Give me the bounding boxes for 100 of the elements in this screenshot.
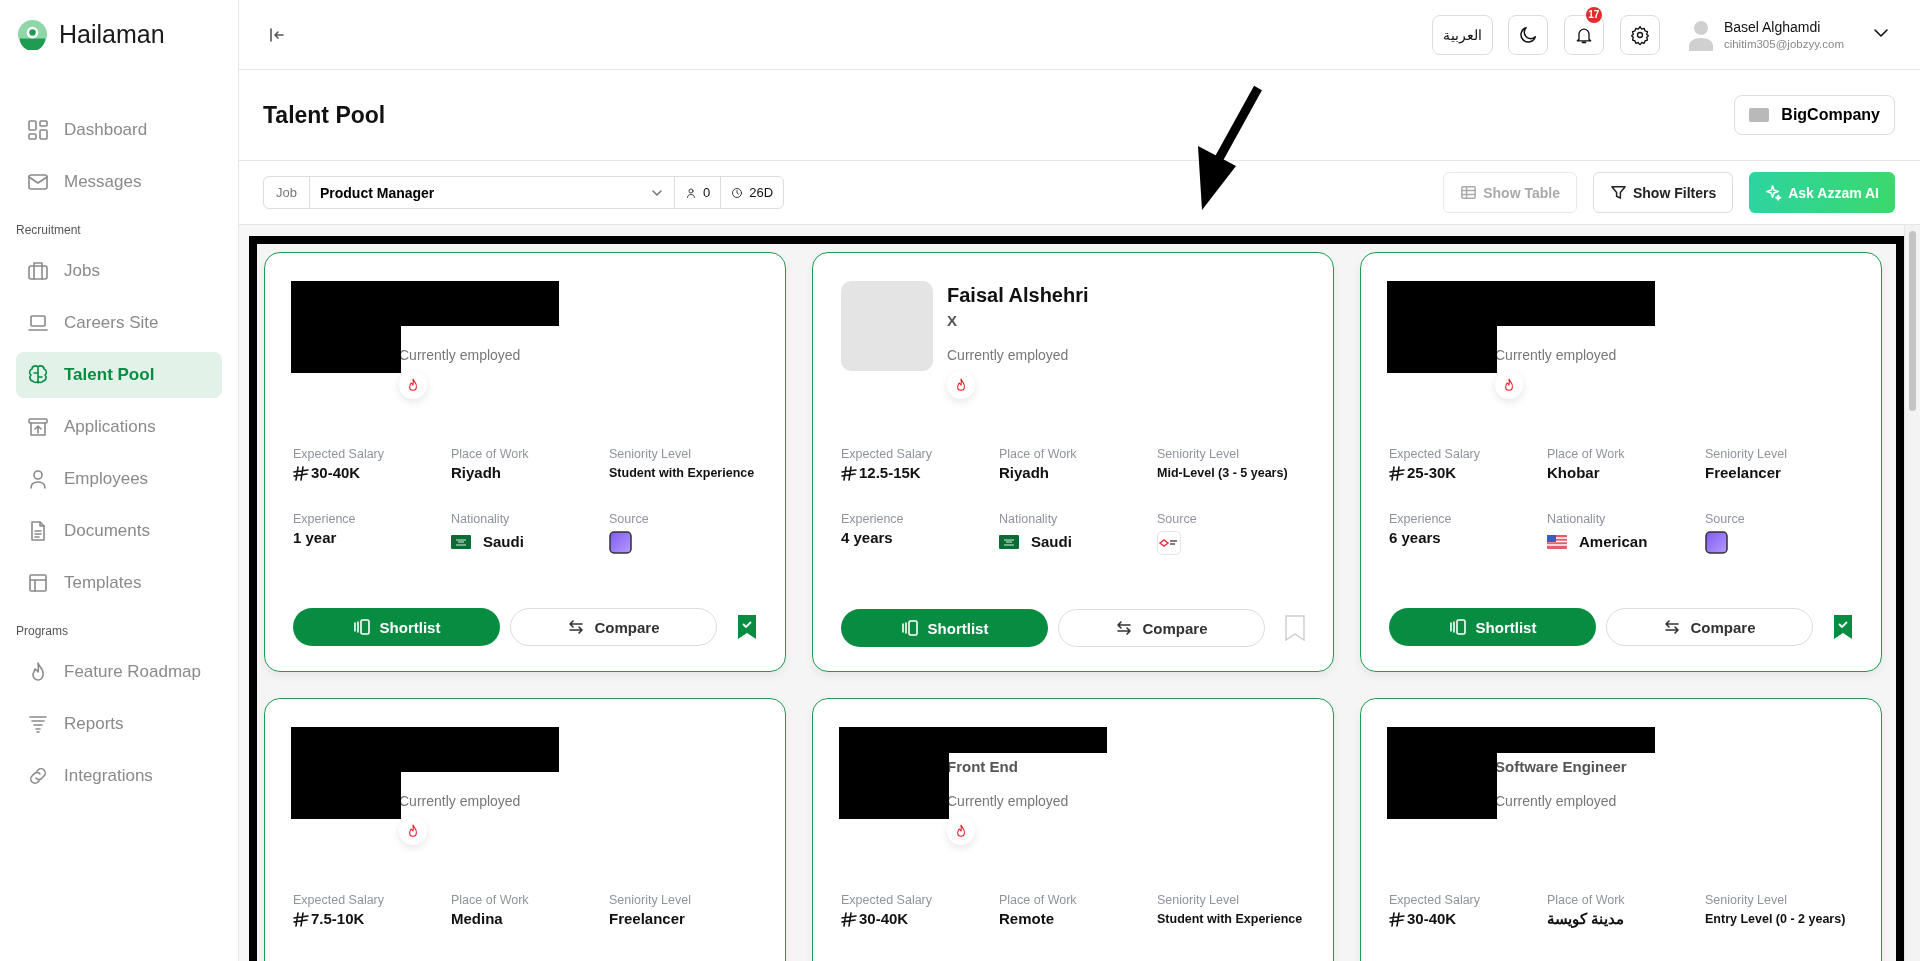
sidebar-item[interactable]: Messages — [16, 159, 222, 205]
source-logo-icon — [609, 531, 632, 554]
field-value: Entry Level (0 - 2 years) — [1705, 911, 1847, 928]
field-value: Freelancer — [609, 909, 686, 929]
field-label: Nationality — [451, 511, 511, 527]
toolbar-button[interactable]: Show Filters — [1593, 172, 1734, 213]
compare-button[interactable]: Compare — [1606, 608, 1813, 646]
riyal-icon — [1389, 465, 1405, 481]
avatar-silhouette-icon — [1687, 18, 1714, 51]
field-label: Source — [1705, 511, 1746, 527]
briefcase-icon — [26, 259, 50, 283]
field-label: Place of Work — [1547, 446, 1626, 462]
cards-icon — [1448, 618, 1467, 636]
employment-status: Currently employed — [399, 347, 521, 363]
field-value: 12.5-15K — [859, 463, 921, 483]
theme-toggle-button[interactable] — [1507, 14, 1548, 55]
sidebar-item[interactable]: Talent Pool — [16, 352, 222, 398]
table-icon — [1460, 184, 1478, 201]
brand-name: Hailaman — [59, 19, 165, 49]
cards-icon — [352, 618, 371, 636]
field-label: Expected Salary — [293, 892, 386, 908]
field-label: Expected Salary — [293, 446, 386, 462]
field-label: Expected Salary — [841, 892, 934, 908]
field-label: Seniority Level — [1157, 892, 1240, 908]
scrollbar[interactable] — [1904, 225, 1920, 961]
candidate-card[interactable]: Currently employed Expected Salary 7.5-10K Place of Work Medina Seniority Level Freelancer — [264, 698, 786, 961]
language-button[interactable]: العربية — [1431, 14, 1493, 55]
field-value: 1 year — [293, 528, 338, 548]
field-value: American — [1579, 532, 1648, 552]
sidebar-item[interactable]: Employees — [16, 456, 222, 502]
clock-icon — [731, 186, 744, 199]
company-logo-placeholder — [1749, 108, 1770, 122]
field-value: 6 years — [1389, 528, 1442, 548]
field-label: Seniority Level — [1157, 446, 1240, 462]
sidebar-item[interactable]: Templates — [16, 560, 222, 606]
field-value: Riyadh — [451, 463, 502, 483]
candidate-card[interactable]: Currently employed Expected Salary 30-40K Place of Work Riyadh Seniority Level Student with Experience Experience 1 year Nationality Saudi Source Shortlist Compare — [264, 252, 786, 672]
sidebar-item[interactable]: Dashboard — [16, 107, 222, 153]
riyal-icon — [841, 911, 857, 927]
field-label: Nationality — [999, 511, 1059, 527]
field-value: 4 years — [841, 528, 894, 548]
compare-button[interactable]: Compare — [510, 608, 717, 646]
compare-button[interactable]: Compare — [1058, 609, 1265, 647]
settings-button[interactable] — [1619, 14, 1660, 55]
user-email: cihitim305@jobzyy.com — [1723, 38, 1844, 50]
brain-icon — [26, 363, 50, 387]
candidate-card[interactable]: Currently employed Expected Salary 25-30K Place of Work Khobar Seniority Level Freelancer Experience 6 years Nationality American Source Shortlist Compare — [1360, 252, 1882, 672]
person-icon — [684, 186, 697, 199]
riyal-icon — [841, 465, 857, 481]
source-logo-icon — [1705, 531, 1728, 554]
field-value: Medina — [451, 909, 504, 929]
notification-badge: 17 — [1585, 6, 1602, 23]
bookmark-icon[interactable] — [737, 614, 757, 640]
swap-arrows-icon — [567, 618, 586, 636]
employment-status: Currently employed — [947, 793, 1069, 809]
field-value: 30-40K — [1407, 909, 1457, 929]
job-label: Job — [264, 177, 310, 208]
field-value: Student with Experience — [1157, 911, 1304, 928]
shortlist-button[interactable]: Shortlist — [1389, 608, 1596, 646]
field-value: 25-30K — [1407, 463, 1457, 483]
candidate-card[interactable]: Faisal Alshehri X Currently employed Expected Salary 12.5-15K Place of Work Riyadh Seniority Level Mid-Level (3 - 5 years) Experience 4 years Nationality Saudi Source Shortlist Compare — [812, 252, 1334, 672]
riyal-icon — [293, 911, 309, 927]
sparkles-icon — [1765, 184, 1783, 201]
employment-status: Currently employed — [947, 347, 1070, 363]
shortlist-button[interactable]: Shortlist — [293, 608, 500, 646]
sidebar-item[interactable]: Reports — [16, 701, 222, 747]
candidate-headline: Software Engineer — [1495, 757, 1627, 777]
bookmark-icon[interactable] — [1833, 614, 1853, 640]
flag-icon — [999, 535, 1019, 549]
field-value: 7.5-10K — [311, 909, 365, 929]
field-value: Remote — [999, 909, 1055, 929]
field-label: Source — [1157, 511, 1198, 527]
field-value: Khobar — [1547, 463, 1601, 483]
sidebar-item[interactable]: Integrations — [16, 753, 222, 799]
field-label: Source — [609, 511, 650, 527]
section-label: Recruitment — [16, 222, 82, 239]
logo-icon — [17, 18, 48, 50]
field-value: Freelancer — [1705, 463, 1782, 483]
company-button[interactable]: BigCompany — [1734, 95, 1895, 135]
field-label: Seniority Level — [609, 446, 692, 462]
field-label: Seniority Level — [1705, 446, 1788, 462]
user-name: Basel Alghamdi — [1723, 19, 1822, 35]
shortlist-button[interactable]: Shortlist — [841, 609, 1048, 647]
riyal-icon — [1389, 911, 1405, 927]
sidebar-item[interactable]: Documents — [16, 508, 222, 554]
layout-icon — [26, 571, 50, 595]
field-label: Seniority Level — [609, 892, 692, 908]
sidebar-item[interactable]: Applications — [16, 404, 222, 450]
field-value: Mid-Level (3 - 5 years) — [1157, 465, 1289, 482]
sidebar-item[interactable]: Feature Roadmap — [16, 649, 222, 695]
source-logo-icon — [1157, 531, 1181, 555]
field-label: Nationality — [1547, 511, 1607, 527]
riyal-icon — [293, 465, 309, 481]
candidate-headline: X — [947, 311, 958, 331]
job-age: 26D — [749, 185, 774, 200]
sidebar-item[interactable]: Careers Site — [16, 300, 222, 346]
employment-status: Currently employed — [399, 793, 521, 809]
field-value: Riyadh — [999, 463, 1050, 483]
field-label: Experience — [293, 511, 357, 527]
sidebar-item[interactable]: Jobs — [16, 248, 222, 294]
